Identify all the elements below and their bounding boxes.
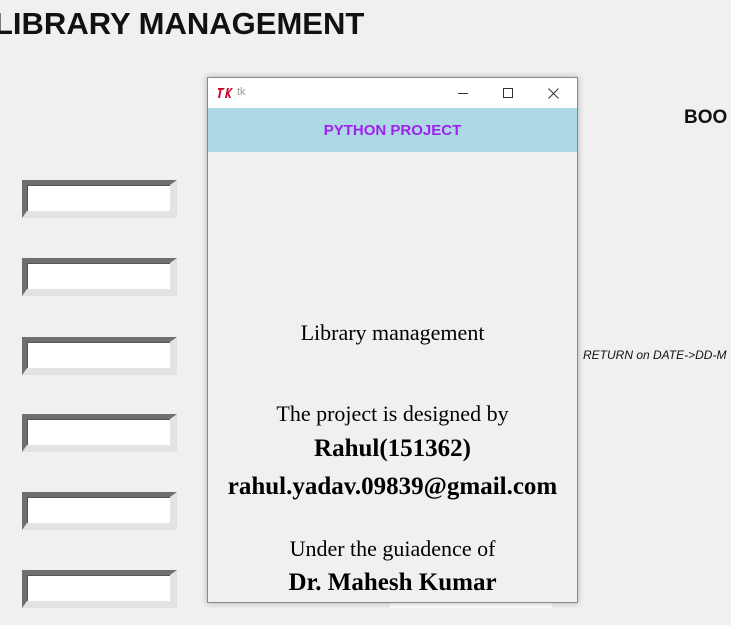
window-title: tk bbox=[237, 86, 246, 98]
window-titlebar[interactable]: tk bbox=[208, 78, 577, 108]
close-button[interactable] bbox=[531, 78, 576, 108]
entry-field[interactable] bbox=[22, 337, 177, 375]
designed-by-label: The project is designed by bbox=[276, 401, 509, 426]
minimize-button[interactable] bbox=[440, 78, 485, 108]
app-title: LIBRARY MANAGEMENT bbox=[0, 6, 365, 41]
maximize-icon bbox=[502, 88, 513, 98]
guidance-label: Under the guiadence of bbox=[289, 536, 496, 561]
author-email: rahul.yadav.09839@gmail.com bbox=[227, 473, 558, 500]
entry-field[interactable] bbox=[22, 570, 177, 608]
return-date-hint: RETURN on DATE->DD-M bbox=[583, 348, 727, 362]
minimize-icon bbox=[457, 93, 468, 94]
tk-feather-logo-icon bbox=[218, 88, 233, 98]
entry-field[interactable] bbox=[22, 258, 177, 296]
project-banner: PYTHON PROJECT bbox=[208, 108, 577, 152]
entry-field[interactable] bbox=[22, 492, 177, 530]
about-window: tk PYTHON PROJECT Library management The… bbox=[207, 77, 578, 603]
books-section-heading: BOO bbox=[684, 107, 728, 128]
entry-field[interactable] bbox=[22, 180, 177, 218]
maximize-button[interactable] bbox=[485, 78, 530, 108]
project-heading: Library management bbox=[300, 320, 485, 345]
author-name: Rahul(151362) bbox=[314, 435, 471, 462]
guide-name: Dr. Mahesh Kumar bbox=[288, 569, 497, 596]
entry-field[interactable] bbox=[22, 414, 177, 452]
close-icon bbox=[548, 87, 559, 99]
